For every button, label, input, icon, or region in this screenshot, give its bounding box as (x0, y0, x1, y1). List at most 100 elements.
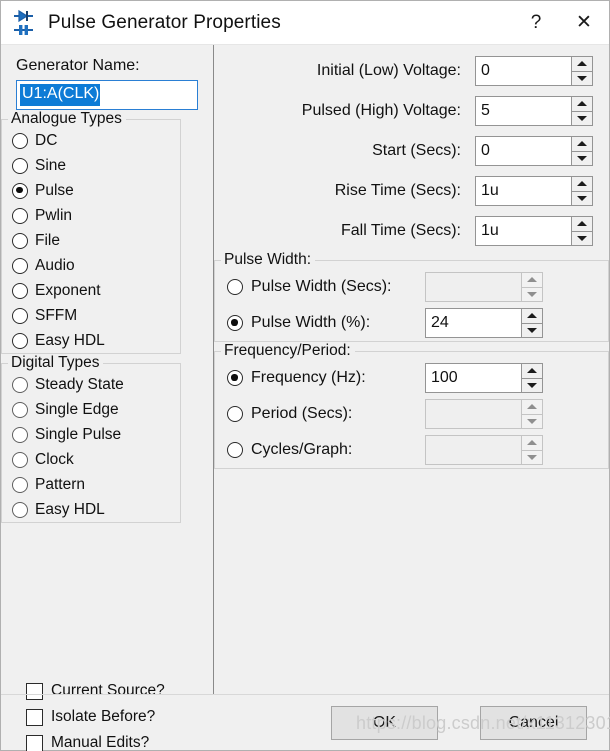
spinner-buttons (521, 272, 543, 302)
spinner-up-icon[interactable] (571, 56, 593, 71)
spinner-buttons (521, 363, 543, 393)
radio-digital-clock[interactable]: Clock (2, 447, 180, 472)
radio-digital-pattern[interactable]: Pattern (2, 472, 180, 497)
radio-analogue-audio[interactable]: Audio (2, 253, 180, 278)
digital-types-group: Digital Types Steady State Single Edge S… (1, 354, 181, 523)
spinner-buttons (571, 96, 593, 126)
help-button[interactable]: ? (513, 1, 559, 44)
radio-icon (12, 257, 28, 274)
spinner-up-icon[interactable] (571, 216, 593, 231)
radio-digital-easy-hdl[interactable]: Easy HDL (2, 497, 180, 522)
analogue-types-group: Analogue Types DC Sine Pulse Pwlin File … (1, 110, 181, 354)
radio-icon-selected (12, 182, 28, 199)
option-cycles-per-graph: Cycles/Graph: (215, 432, 608, 468)
field-pulsed-high-voltage: Pulsed (High) Voltage: 5 (214, 91, 609, 131)
option-label: Pulse Width (Secs): (251, 278, 392, 295)
radio-icon-selected[interactable] (227, 370, 243, 386)
title-bar: Pulse Generator Properties ? ✕ (1, 1, 609, 45)
radio-digital-single-edge[interactable]: Single Edge (2, 397, 180, 422)
pulse-width-legend: Pulse Width: (224, 251, 312, 268)
radio-icon (12, 332, 28, 349)
spinner-value-input[interactable]: 0 (475, 56, 571, 86)
radio-analogue-dc[interactable]: DC (2, 128, 180, 153)
radio-icon-selected[interactable] (227, 315, 243, 331)
radio-digital-single-pulse[interactable]: Single Pulse (2, 422, 180, 447)
radio-icon[interactable] (227, 442, 243, 458)
spinner-value-input[interactable]: 0 (475, 136, 571, 166)
spinner-down-icon (521, 413, 543, 429)
cancel-button[interactable]: Cancel (480, 705, 587, 740)
spinner-down-icon[interactable] (571, 110, 593, 126)
radio-analogue-exponent[interactable]: Exponent (2, 278, 180, 303)
spinner-value-input[interactable]: 1u (475, 176, 571, 206)
option-label: Period (Secs): (251, 405, 353, 422)
radio-label: Pulse (35, 181, 74, 199)
spinner-up-icon[interactable] (521, 363, 543, 378)
radio-analogue-pulse[interactable]: Pulse (2, 178, 180, 203)
right-pane: Initial (Low) Voltage: 0 Pulsed (High) V… (214, 45, 609, 694)
radio-label: Exponent (35, 281, 101, 299)
radio-analogue-easy-hdl[interactable]: Easy HDL (2, 328, 180, 353)
frequency-period-group: Frequency/Period: Frequency (Hz): 100 Pe… (214, 342, 609, 469)
spinner-up-icon (521, 272, 543, 287)
dialog-body: Generator Name: U1:A(CLK) Analogue Types… (1, 45, 609, 751)
spinner-pulsed-high-voltage[interactable]: 5 (475, 96, 593, 126)
radio-label: Pwlin (35, 206, 73, 224)
spinner-up-icon[interactable] (571, 176, 593, 191)
field-label: Initial (Low) Voltage: (316, 62, 461, 79)
radio-analogue-sine[interactable]: Sine (2, 153, 180, 178)
option-label: Frequency (Hz): (251, 369, 366, 386)
radio-icon (12, 476, 28, 493)
spinner-initial-low-voltage[interactable]: 0 (475, 56, 593, 86)
spinner-buttons (521, 399, 543, 429)
radio-analogue-pwlin[interactable]: Pwlin (2, 203, 180, 228)
radio-icon (12, 376, 28, 393)
radio-analogue-sffm[interactable]: SFFM (2, 303, 180, 328)
ok-button[interactable]: OK (331, 705, 438, 740)
radio-analogue-file[interactable]: File (2, 228, 180, 253)
spinner-rise-time-secs[interactable]: 1u (475, 176, 593, 206)
option-pulse-width-secs: Pulse Width (Secs): (215, 269, 608, 305)
spinner-down-icon[interactable] (571, 150, 593, 166)
field-label: Fall Time (Secs): (340, 222, 461, 239)
spinner-buttons (571, 56, 593, 86)
radio-digital-steady-state[interactable]: Steady State (2, 372, 180, 397)
spinner-value-input[interactable]: 24 (425, 308, 521, 338)
spinner-fall-time-secs[interactable]: 1u (475, 216, 593, 246)
spinner-value-input[interactable]: 5 (475, 96, 571, 126)
spinner-down-icon (521, 449, 543, 465)
option-pulse-width-percent: Pulse Width (%): 24 (215, 305, 608, 341)
option-label: Cycles/Graph: (251, 441, 353, 458)
spinner-down-icon[interactable] (571, 70, 593, 86)
generator-name-input[interactable]: U1:A(CLK) (16, 80, 198, 110)
field-fall-time-secs: Fall Time (Secs): 1u (214, 211, 609, 251)
close-icon[interactable]: ✕ (559, 1, 609, 44)
spinner-start-secs[interactable]: 0 (475, 136, 593, 166)
radio-label: SFFM (35, 306, 78, 324)
spinner-value-input[interactable]: 100 (425, 363, 521, 393)
option-frequency-hz: Frequency (Hz): 100 (215, 360, 608, 396)
spinner-value-input (425, 435, 521, 465)
radio-icon[interactable] (227, 406, 243, 422)
spinner-down-icon[interactable] (571, 190, 593, 206)
spinner-buttons (571, 216, 593, 246)
spinner-value-input[interactable]: 1u (475, 216, 571, 246)
field-label: Rise Time (Secs): (334, 182, 461, 199)
spinner-down-icon[interactable] (521, 377, 543, 393)
spinner-cycles-per-graph (425, 435, 543, 465)
radio-icon (12, 307, 28, 324)
spinner-frequency-hz[interactable]: 100 (425, 363, 543, 393)
radio-icon[interactable] (227, 279, 243, 295)
spinner-buttons (571, 136, 593, 166)
radio-label: Audio (35, 256, 75, 274)
spinner-up-icon[interactable] (571, 96, 593, 111)
spinner-pulse-width-percent[interactable]: 24 (425, 308, 543, 338)
dialog-footer: OK Cancel (1, 694, 609, 750)
spinner-down-icon[interactable] (521, 322, 543, 338)
spinner-up-icon[interactable] (521, 308, 543, 323)
spinner-down-icon[interactable] (571, 230, 593, 246)
radio-label: Single Pulse (35, 425, 122, 443)
window-title: Pulse Generator Properties (48, 11, 281, 33)
spinner-up-icon[interactable] (571, 136, 593, 151)
field-rise-time-secs: Rise Time (Secs): 1u (214, 171, 609, 211)
